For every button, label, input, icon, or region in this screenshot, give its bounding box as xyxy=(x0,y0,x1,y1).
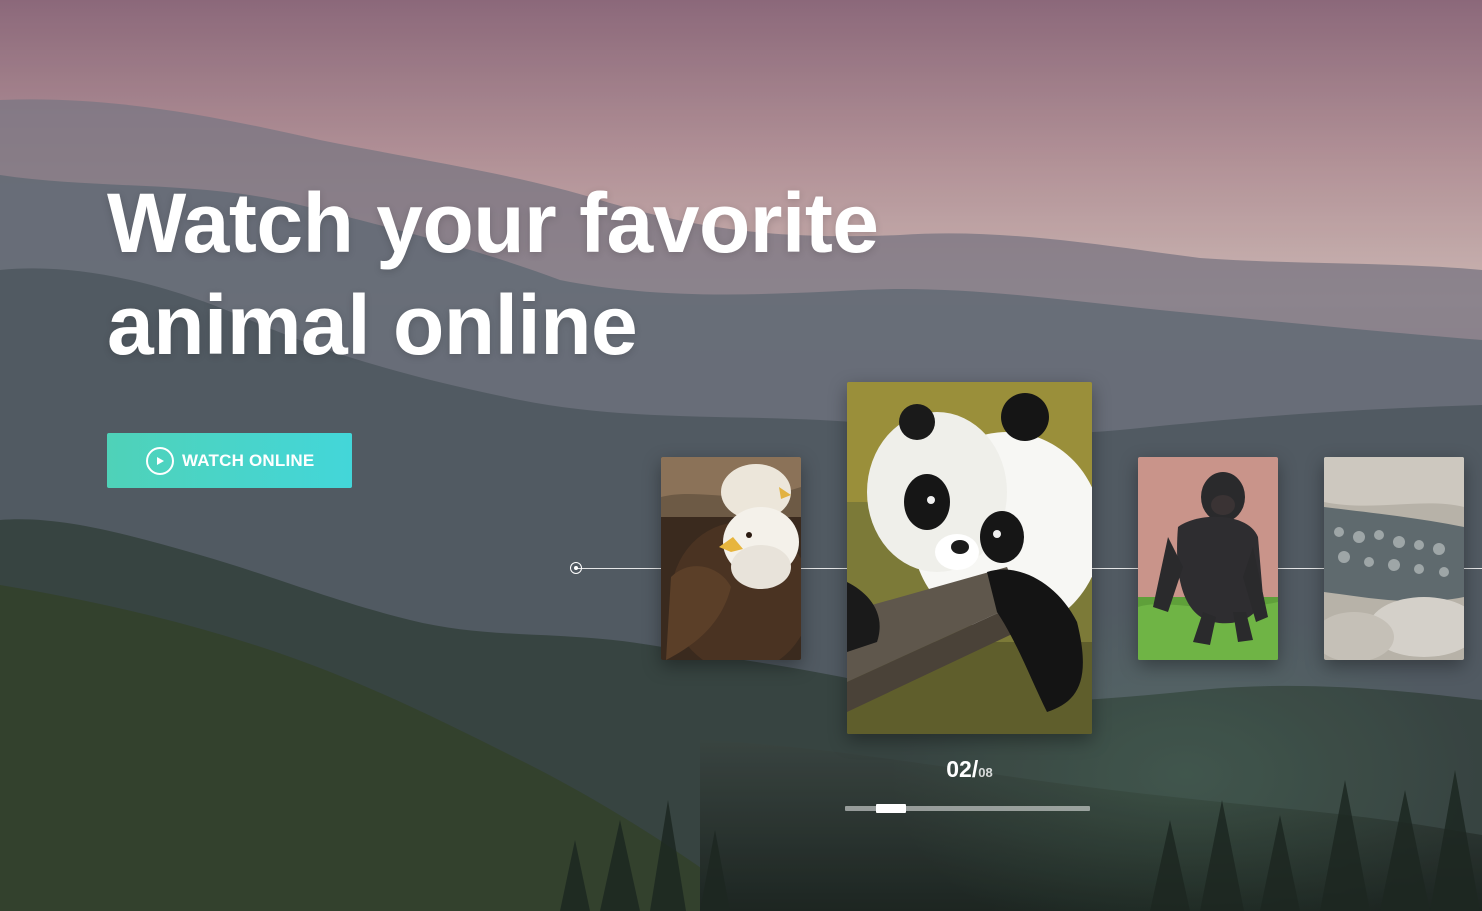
slide-card-eagle[interactable] xyxy=(661,457,801,660)
gorilla-image xyxy=(1138,457,1278,660)
hero-title: Watch your favorite animal online xyxy=(107,172,879,376)
slider-progress-track[interactable] xyxy=(845,804,1090,813)
crocodile-image xyxy=(1324,457,1464,660)
slider-progress-handle[interactable] xyxy=(876,804,907,813)
slide-card-panda[interactable] xyxy=(847,382,1092,734)
play-circle-icon xyxy=(146,446,174,475)
panda-image xyxy=(847,382,1092,734)
slide-counter: 02/08 xyxy=(847,756,1092,783)
hero-title-line-2: animal online xyxy=(107,278,638,372)
hero-title-line-1: Watch your favorite xyxy=(107,176,879,270)
slide-counter-current: 02 xyxy=(946,756,972,782)
slide-card-gorilla[interactable] xyxy=(1138,457,1278,660)
watch-online-label: WATCH ONLINE xyxy=(182,450,315,470)
slide-counter-total: 08 xyxy=(978,765,993,780)
watch-online-button[interactable]: WATCH ONLINE xyxy=(107,433,352,488)
eagle-image xyxy=(661,457,801,660)
timeline-start-dot-icon xyxy=(570,562,582,574)
slide-card-crocodile[interactable] xyxy=(1324,457,1464,660)
